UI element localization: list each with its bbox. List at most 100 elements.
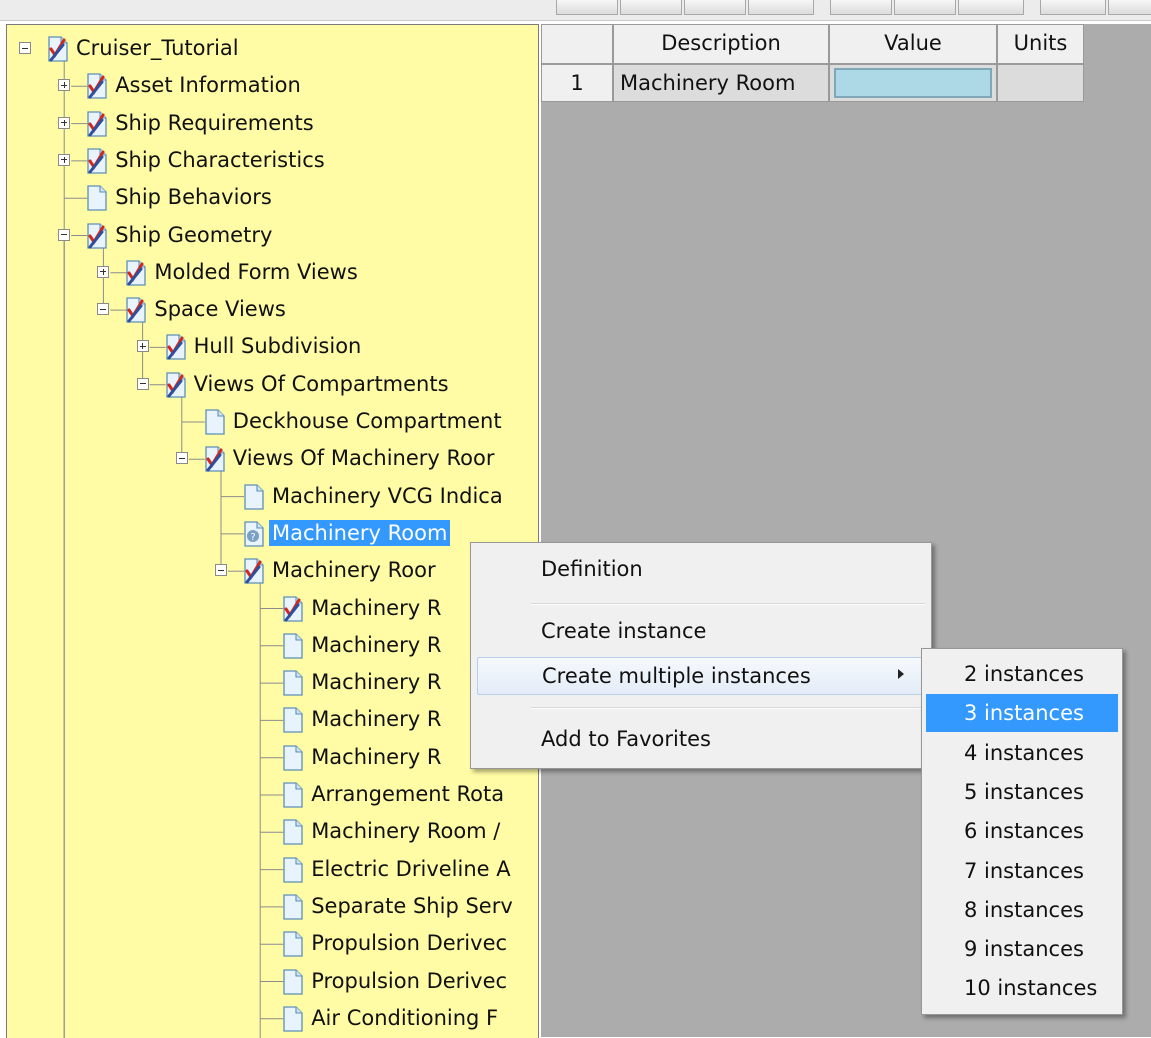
tree-node-air-conditioning[interactable]: Air Conditioning F — [7, 1001, 538, 1037]
collapse-icon[interactable] — [97, 303, 110, 316]
document-icon — [283, 968, 303, 995]
tree-node-machinery-r-4[interactable]: Machinery R — [7, 702, 538, 738]
tree-node-views-of-machinery-room[interactable]: Views Of Machinery Roor — [7, 441, 538, 477]
tree-node-machinery-r-5[interactable]: Machinery R — [7, 740, 538, 776]
tree-node-label: Deckhouse Compartment — [232, 409, 502, 433]
menu-item-label: Create instance — [541, 619, 707, 643]
document-icon — [283, 931, 303, 957]
tree-node-ship-behaviors[interactable]: Ship Behaviors — [7, 180, 538, 216]
tree-node-views-of-compartments[interactable]: Views Of Compartments — [7, 367, 538, 403]
tree-node-label: Asset Information — [115, 73, 301, 98]
tree-node-label: Air Conditioning F — [311, 1005, 499, 1030]
tree-node-electric-driveline[interactable]: Electric Driveline A — [7, 852, 538, 888]
grid-header-value[interactable]: Value — [829, 24, 997, 64]
collapse-icon[interactable] — [175, 452, 188, 465]
toolbar-button[interactable] — [1040, 0, 1106, 15]
tree-node-deckhouse-compartment[interactable]: Deckhouse Compartment — [7, 404, 538, 440]
tree-node-propulsion-derived-1[interactable]: Propulsion Derivec — [7, 926, 538, 962]
tree-node-label: Ship Requirements — [115, 110, 314, 135]
menu-item-label: Create multiple instances — [542, 664, 811, 688]
checked-document-icon — [165, 334, 186, 361]
submenu-item-instances[interactable]: 8 instances — [926, 891, 1118, 929]
tree-node-machinery-vcg[interactable]: Machinery VCG Indica — [7, 479, 538, 515]
document-icon — [244, 483, 264, 510]
document-icon — [205, 409, 225, 435]
tree-node-cruiser-tutorial[interactable]: Cruiser_Tutorial — [7, 31, 538, 67]
tree-node-molded-form-views[interactable]: Molded Form Views — [7, 255, 538, 291]
toolbar-button[interactable] — [894, 0, 956, 15]
submenu-item-instances[interactable]: 10 instances — [926, 969, 1118, 1007]
document-icon — [283, 819, 303, 845]
expand-icon[interactable] — [58, 116, 71, 129]
tree-node-label: Propulsion Derivec — [311, 968, 508, 993]
grid-cell-value[interactable] — [829, 64, 997, 102]
document-icon — [283, 856, 303, 883]
tree-node-label: Machinery R — [311, 744, 442, 769]
tree-node-machinery-room-group[interactable]: Machinery Roor — [7, 553, 538, 589]
tree-node-label: Views Of Compartments — [193, 371, 449, 396]
toolbar-button[interactable] — [1108, 0, 1151, 15]
instances-submenu: 2 instances 3 instances 4 instances 5 insta… — [921, 648, 1123, 1015]
tree-node-ship-requirements[interactable]: Ship Requirements — [7, 106, 538, 142]
submenu-item-label: 2 instances — [964, 662, 1084, 686]
checked-document-icon — [244, 558, 264, 584]
toolbar-button[interactable] — [958, 0, 1024, 15]
grid-header-description[interactable]: Description — [613, 24, 829, 64]
checked-document-icon — [87, 148, 107, 174]
grid-cell-units[interactable] — [997, 64, 1084, 102]
submenu-item-instances[interactable]: 7 instances — [926, 852, 1118, 890]
expand-icon[interactable] — [97, 265, 110, 278]
toolbar-button[interactable] — [830, 0, 892, 15]
svg-text:?: ? — [250, 532, 255, 543]
toolbar-button[interactable] — [748, 0, 814, 15]
submenu-item-instances[interactable]: 3 instances — [926, 694, 1118, 733]
tree-node-label: Machinery R — [311, 632, 442, 657]
expand-icon[interactable] — [136, 340, 149, 353]
tree-node-machinery-r-1[interactable]: Machinery R — [7, 591, 538, 627]
tree-node-label: Space Views — [154, 297, 286, 322]
tree-node-label: Propulsion Derivec — [311, 931, 508, 956]
submenu-item-label: 10 instances — [964, 976, 1098, 1001]
submenu-item-instances[interactable]: 6 instances — [926, 812, 1118, 850]
collapse-icon[interactable] — [58, 228, 71, 241]
submenu-item-instances[interactable]: 2 instances — [926, 655, 1118, 693]
toolbar-button[interactable] — [620, 0, 682, 15]
tree-node-machinery-room[interactable]: ? Machinery Room — [7, 516, 538, 552]
value-input[interactable] — [834, 68, 992, 98]
menu-item-definition[interactable]: Definition — [471, 551, 931, 589]
tree-node-separate-ship-serv[interactable]: Separate Ship Serv — [7, 889, 538, 925]
menu-item-add-to-favorites[interactable]: Add to Favorites — [471, 721, 931, 759]
document-icon — [283, 707, 303, 734]
tree-node-machinery-r-2[interactable]: Machinery R — [7, 628, 538, 664]
expand-icon[interactable] — [58, 153, 71, 166]
tree-node-hull-subdivision[interactable]: Hull Subdivision — [7, 329, 538, 365]
collapse-icon[interactable] — [136, 377, 149, 390]
expand-icon[interactable] — [58, 79, 71, 92]
menu-item-create-multiple-instances[interactable]: Create multiple instances — [477, 657, 923, 695]
toolbar-button[interactable] — [684, 0, 746, 15]
tree-node-space-views[interactable]: Space Views — [7, 292, 538, 328]
checked-document-icon — [87, 73, 107, 99]
tree-node-asset-information[interactable]: Asset Information — [7, 68, 538, 104]
document-icon — [283, 745, 303, 771]
tree-node-machinery-room-a[interactable]: Machinery Room / — [7, 814, 538, 850]
menu-item-create-instance[interactable]: Create instance — [471, 613, 931, 651]
tree-node-ship-characteristics[interactable]: Ship Characteristics — [7, 143, 538, 179]
collapse-icon[interactable] — [19, 42, 31, 54]
tree-node-ship-geometry[interactable]: Ship Geometry — [7, 218, 538, 254]
tree-node-label: Cruiser_Tutorial — [76, 36, 239, 60]
collapse-icon[interactable] — [215, 564, 227, 577]
menu-item-label: Definition — [541, 557, 643, 581]
grid-cell-description[interactable]: Machinery Room — [613, 64, 829, 102]
document-icon — [283, 782, 303, 808]
submenu-item-instances[interactable]: 9 instances — [926, 930, 1118, 968]
tree-node-machinery-r-3[interactable]: Machinery R — [7, 665, 538, 701]
grid-header-units[interactable]: Units — [997, 24, 1084, 64]
toolbar-button[interactable] — [556, 0, 618, 15]
tree-node-label: Separate Ship Serv — [311, 893, 513, 918]
tree-node-propulsion-derived-2[interactable]: Propulsion Derivec — [7, 964, 538, 1000]
tree-node-arrangement-rota[interactable]: Arrangement Rota — [7, 777, 538, 813]
checked-document-icon — [87, 222, 107, 249]
submenu-item-instances[interactable]: 5 instances — [926, 773, 1118, 811]
submenu-item-instances[interactable]: 4 instances — [926, 734, 1118, 772]
